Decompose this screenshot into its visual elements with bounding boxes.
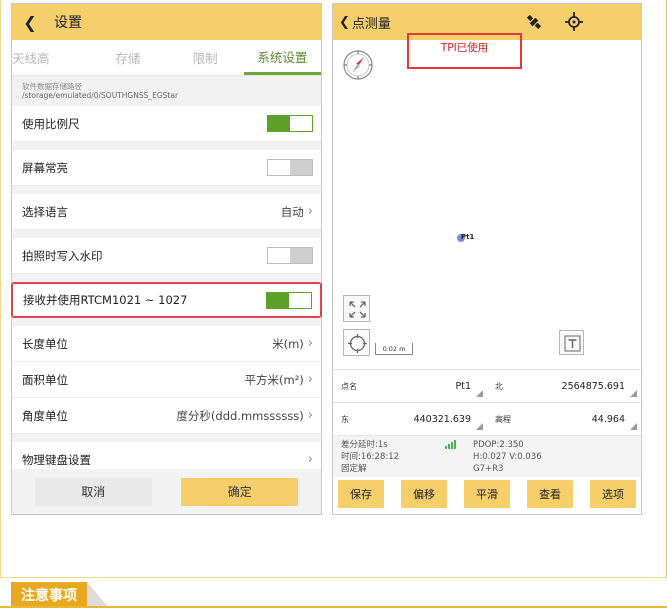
chevron-right-icon: › (307, 452, 313, 467)
map-scale-label: 0.02 m (382, 345, 406, 353)
setting-label: 接收并使用RTCM1021 ~ 1027 (23, 293, 188, 307)
chevron-right-icon: › (307, 204, 313, 219)
tab-limit[interactable]: 限制 (167, 40, 244, 75)
setting-label: 面积单位 (22, 372, 68, 387)
tab-system-settings[interactable]: 系统设置 (243, 40, 321, 75)
setting-row-length-unit[interactable]: 长度单位 米(m) › (12, 326, 321, 362)
diff-delay: 差分延时:1s (341, 440, 388, 450)
tpi-notice: TPI已使用 (407, 33, 522, 69)
setting-row-screen-on: 屏幕常亮 (12, 150, 321, 186)
survey-action-bar: 保存 偏移 平滑 查看 选项 (333, 480, 641, 514)
setting-label: 选择语言 (22, 204, 68, 219)
expand-arrows-icon (349, 301, 366, 318)
back-icon[interactable]: ❮ (18, 13, 42, 32)
satellite-icon[interactable] (525, 13, 543, 31)
smooth-button[interactable]: 平滑 (464, 480, 510, 508)
tpi-notice-text: TPI已使用 (440, 42, 489, 54)
setting-label: 长度单位 (22, 336, 68, 351)
angle-unit-value: 度分秒(ddd.mmssssss) (176, 408, 304, 423)
text-icon (564, 335, 581, 352)
page-title: 点测量 (351, 16, 391, 32)
storage-path-value: /storage/emulated/0/SOUTHGNSS_EGStar (22, 91, 179, 100)
field-key: 点名 (341, 381, 357, 391)
chevron-right-icon: › (307, 408, 313, 423)
field-key: 东 (341, 414, 349, 424)
note-title: 注意事项 (11, 582, 87, 608)
tab-storage[interactable]: 存储 (89, 40, 166, 75)
rtcm-toggle[interactable] (266, 291, 312, 309)
map-scale-bar: 0.02 m (375, 343, 413, 355)
setting-label: 屏幕常亮 (22, 160, 68, 175)
back-icon[interactable]: ❮ (339, 15, 350, 30)
screen-on-toggle[interactable] (267, 159, 313, 176)
gnss-status: 差分延时:1s 时间:16:28:12 固定解 PDOP:2.350 H:0.0… (333, 435, 641, 477)
setting-row-area-unit[interactable]: 面积单位 平方米(m²) › (12, 362, 321, 398)
area-unit-value: 平方米(m²) (244, 372, 304, 387)
setting-row-scale: 使用比例尺 (12, 106, 321, 142)
point-name-field[interactable]: 点名 Pt1 (333, 370, 487, 402)
storage-path-label: 软件数据存储路径 (22, 82, 82, 91)
scale-toggle[interactable] (267, 115, 313, 132)
field-key: 北 (495, 381, 503, 391)
settings-screen: ❮ 设置 天线高 存储 限制 系统设置 软件数据存储路径 /storage/em… (11, 3, 322, 515)
length-unit-value: 米(m) (272, 336, 304, 351)
divider (0, 606, 667, 608)
tab-antenna-height[interactable]: 天线高 (12, 40, 89, 75)
note-section-header: 注意事项 (11, 582, 109, 608)
chevron-right-icon: › (307, 372, 313, 387)
setting-label: 物理键盘设置 (22, 452, 91, 467)
setting-row-angle-unit[interactable]: 角度单位 度分秒(ddd.mmssssss) › (12, 398, 321, 434)
north-field[interactable]: 北 2564875.691 (487, 370, 641, 402)
point-info-panel: 点名 Pt1 北 2564875.691 东 440321.639 高程 44.… (333, 369, 641, 477)
setting-label: 角度单位 (22, 408, 68, 423)
ok-button[interactable]: 确定 (181, 477, 299, 506)
field-value: Pt1 (455, 380, 472, 392)
satellite-count: G7+R3 (473, 464, 504, 474)
signal-bars-icon (445, 440, 456, 449)
field-value: 2564875.691 (561, 380, 625, 392)
point-survey-screen: ❮ 点测量 TPI已使用 Pt1 0.02 m 点名 Pt1 北 2564875… (332, 3, 642, 515)
view-button[interactable]: 查看 (527, 480, 573, 508)
gps-antenna-icon[interactable] (563, 10, 585, 32)
field-key: 高程 (495, 414, 511, 424)
compass-icon[interactable] (342, 49, 374, 81)
options-button[interactable]: 选项 (590, 480, 636, 508)
settings-header: ❮ 设置 (12, 4, 321, 40)
setting-row-rtcm: 接收并使用RTCM1021 ~ 1027 (11, 282, 322, 318)
cancel-button[interactable]: 取消 (34, 477, 152, 506)
zoom-extent-button[interactable] (343, 295, 370, 322)
language-value: 自动 (280, 204, 304, 219)
page-title: 设置 (54, 15, 82, 31)
east-field[interactable]: 东 440321.639 (333, 403, 487, 435)
action-bar: 取消 确定 (12, 469, 321, 514)
elevation-field[interactable]: 高程 44.964 (487, 403, 641, 435)
hv-precision: H:0.027 V:0.036 (473, 452, 542, 462)
status-time: 时间:16:28:12 (341, 452, 400, 462)
save-button[interactable]: 保存 (338, 480, 384, 508)
storage-path: 软件数据存储路径 /storage/emulated/0/SOUTHGNSS_E… (12, 76, 321, 106)
crosshair-icon (348, 334, 367, 353)
setting-label: 拍照时写入水印 (22, 248, 103, 263)
field-value: 440321.639 (413, 413, 471, 425)
watermark-toggle[interactable] (267, 247, 313, 264)
setting-row-watermark: 拍照时写入水印 (12, 238, 321, 274)
survey-point-label: Pt1 (461, 233, 475, 241)
text-toggle-button[interactable] (559, 330, 584, 355)
settings-tabs: 天线高 存储 限制 系统设置 (12, 40, 321, 76)
pdop-value: PDOP:2.350 (473, 440, 524, 450)
field-value: 44.964 (591, 413, 625, 425)
setting-label: 使用比例尺 (22, 116, 80, 131)
solution-type: 固定解 (341, 464, 367, 474)
offset-button[interactable]: 偏移 (401, 480, 447, 508)
locate-button[interactable] (343, 329, 370, 356)
setting-row-language[interactable]: 选择语言 自动 › (12, 194, 321, 230)
chevron-right-icon: › (307, 336, 313, 351)
